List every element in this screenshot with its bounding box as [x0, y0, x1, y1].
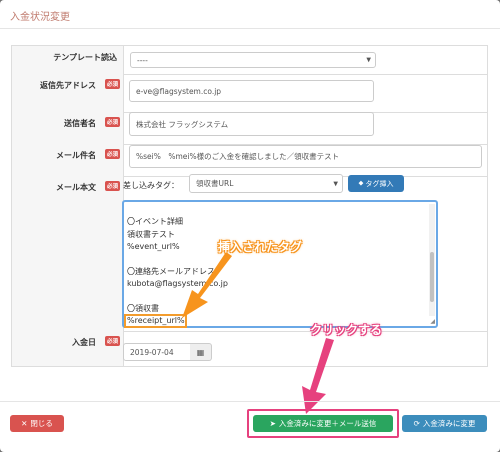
- payment-status-modal: 入金状況変更 テンプレート読込 ---- ▼ 返信先アドレス 必須 e-ve@f…: [0, 0, 500, 452]
- annotation-inserted-tag: 挿入されたタグ: [218, 240, 303, 254]
- annotation-click: クリックする: [310, 323, 383, 337]
- mail-subject-input[interactable]: %sei% %mei%様のご入金を確認しました／領収書テスト: [129, 145, 482, 168]
- template-select[interactable]: ---- ▼: [130, 52, 376, 68]
- modal-header: 入金状況変更: [0, 0, 500, 29]
- body-line: 〇領収書: [127, 304, 159, 313]
- required-badge: 必須: [104, 79, 120, 89]
- tag-icon: ⬥: [358, 179, 364, 187]
- insert-tag-label: 差し込みタグ：: [123, 181, 179, 190]
- calendar-button[interactable]: ▦: [190, 343, 212, 361]
- insert-tag-button[interactable]: ⬥ タグ挿入: [348, 175, 404, 192]
- required-badge: 必須: [104, 117, 120, 127]
- refresh-icon: ⟳: [413, 419, 420, 428]
- sender-name-label: 送信者名: [64, 119, 96, 128]
- row-payment-date: 入金日 必須: [12, 331, 487, 366]
- calendar-icon: ▦: [196, 347, 205, 357]
- required-badge: 必須: [104, 336, 120, 346]
- mail-body-textarea[interactable]: 〇イベント詳細 領収書テスト %event_url% 〇連絡先メールアドレス k…: [122, 200, 438, 328]
- required-badge: 必須: [104, 181, 120, 191]
- payment-date-input[interactable]: 2019-07-04: [123, 343, 191, 361]
- required-badge: 必須: [104, 149, 120, 159]
- close-button[interactable]: ✕ 閉じる: [10, 415, 64, 432]
- modal-title: 入金状況変更: [10, 12, 70, 23]
- chevron-down-icon: ▼: [333, 180, 338, 187]
- send-icon: ➤: [269, 419, 276, 428]
- change-and-send-button[interactable]: ➤ 入金済みに変更＋メール送信: [253, 415, 393, 432]
- template-label: テンプレート読込: [53, 53, 117, 62]
- reply-address-input[interactable]: e-ve@flagsystem.co.jp: [129, 80, 374, 102]
- row-reply-address: 返信先アドレス 必須 e-ve@flagsystem.co.jp: [12, 74, 487, 113]
- mail-subject-label: メール件名: [56, 151, 96, 160]
- scroll-thumb[interactable]: [430, 252, 434, 302]
- row-template: テンプレート読込 ---- ▼: [12, 46, 487, 75]
- body-line: %event_url%: [127, 242, 180, 251]
- reply-address-label: 返信先アドレス: [40, 81, 96, 90]
- body-line: 領収書テスト: [127, 230, 175, 239]
- payment-date-label: 入金日: [72, 338, 96, 347]
- change-only-button[interactable]: ⟳ 入金済みに変更: [402, 415, 487, 432]
- resize-grip-icon[interactable]: ◢: [430, 318, 435, 325]
- insert-tag-select[interactable]: 領収書URL ▼: [189, 174, 343, 193]
- textarea-scrollbar[interactable]: [429, 204, 435, 316]
- sender-name-input[interactable]: 株式会社 フラッグシステム: [129, 112, 374, 136]
- mail-body-label: メール本文: [56, 183, 96, 192]
- body-line: 〇イベント詳細: [127, 217, 183, 226]
- close-icon: ✕: [21, 419, 28, 428]
- chevron-down-icon: ▼: [366, 56, 371, 64]
- inserted-tag-highlight: [124, 314, 187, 328]
- row-mail-subject: メール件名 必須 %sei% %mei%様のご入金を確認しました／領収書テスト: [12, 144, 487, 177]
- row-sender-name: 送信者名 必須 株式会社 フラッグシステム: [12, 112, 487, 145]
- orange-arrow-icon: [182, 252, 232, 318]
- modal-footer: ✕ 閉じる ➤ 入金済みに変更＋メール送信 ⟳ 入金済みに変更: [0, 401, 500, 452]
